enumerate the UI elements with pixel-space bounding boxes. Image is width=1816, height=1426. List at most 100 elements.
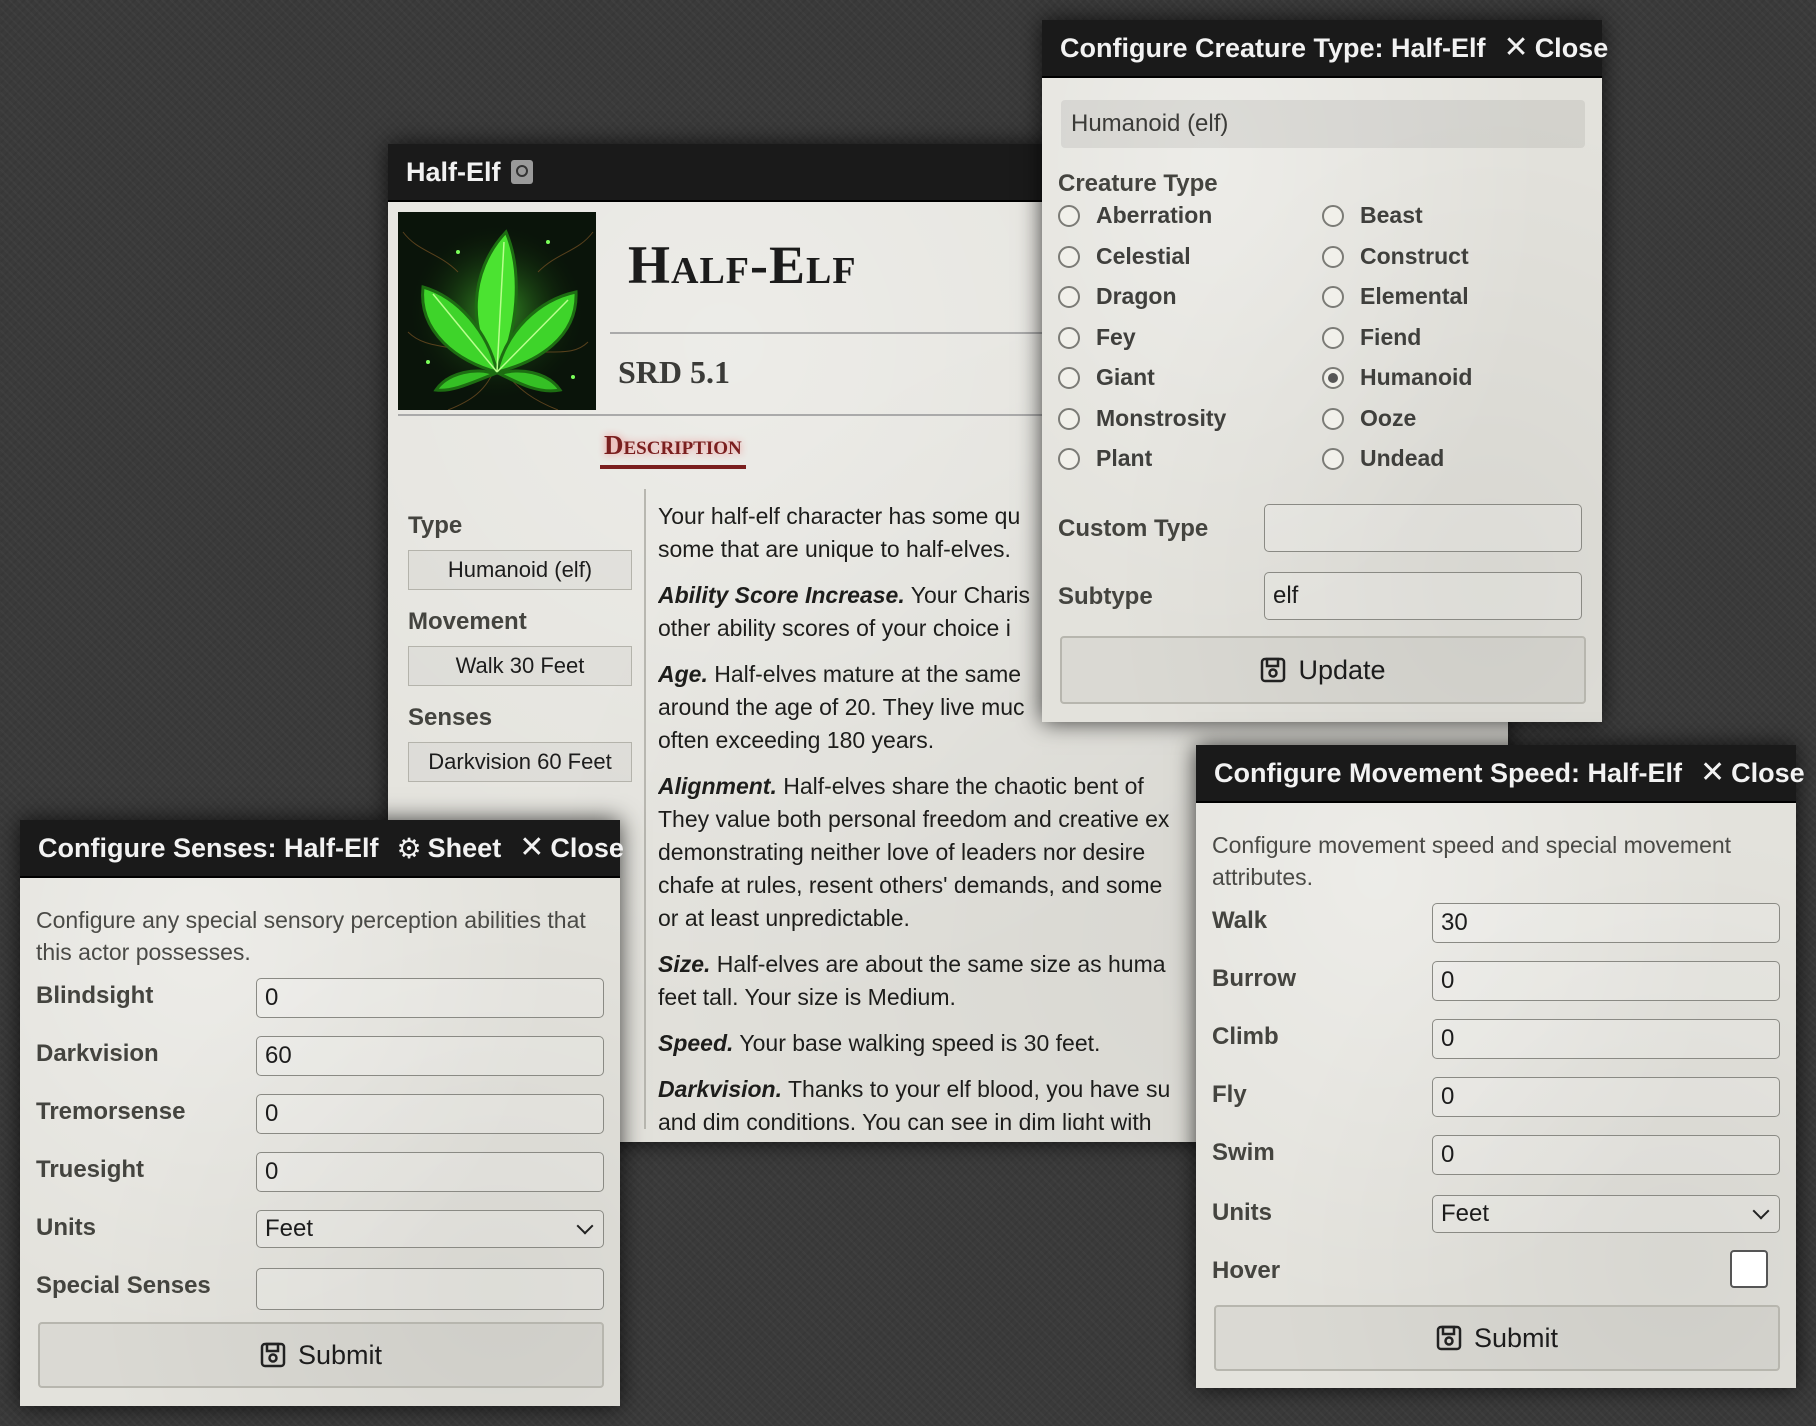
field-label-blindsight: Blindsight <box>36 982 154 1009</box>
movement-submit-button[interactable]: Submit <box>1214 1305 1780 1371</box>
item-image[interactable] <box>398 212 596 410</box>
special-senses-input[interactable] <box>256 1268 604 1310</box>
radio-ooze[interactable] <box>1322 407 1344 430</box>
senses-submit-button[interactable]: Submit <box>38 1322 604 1388</box>
field-input-swim[interactable]: 0 <box>1432 1135 1780 1175</box>
radio-monstrosity[interactable] <box>1058 407 1080 430</box>
field-input-blindsight[interactable]: 0 <box>256 978 604 1018</box>
radio-dragon[interactable] <box>1058 286 1080 308</box>
save-icon <box>260 1342 286 1368</box>
radio-elemental[interactable] <box>1322 286 1344 308</box>
radio-label-aberration[interactable]: Aberration <box>1096 202 1212 229</box>
creature-type-dialog: Configure Creature Type: Half-Elf ✕ Clos… <box>1042 20 1608 722</box>
gear-icon: ⚙ <box>396 832 422 864</box>
subtype-label: Subtype <box>1058 583 1153 610</box>
radio-aberration[interactable] <box>1058 205 1080 227</box>
radio-label-monstrosity[interactable]: Monstrosity <box>1096 405 1226 432</box>
tab-description[interactable]: Description <box>600 430 746 469</box>
description-line-heading: Ability Score Increase. <box>658 582 905 608</box>
radio-label-plant[interactable]: Plant <box>1096 445 1152 472</box>
senses-titlebar[interactable]: Configure Senses: Half-Elf ⚙ Sheet ✕ Clo… <box>20 820 624 878</box>
description-line: and dim conditions. You can see in dim l… <box>658 1106 1152 1130</box>
radio-humanoid[interactable] <box>1322 367 1344 389</box>
close-label: Close <box>1534 32 1609 63</box>
field-input-walk[interactable]: 30 <box>1432 903 1780 943</box>
movement-titlebar[interactable]: Configure Movement Speed: Half-Elf ✕ Clo… <box>1196 745 1805 803</box>
radio-beast[interactable] <box>1322 205 1344 227</box>
description-line: Speed. Your base walking speed is 30 fee… <box>658 1027 1100 1060</box>
movement-hint: Configure movement speed and special mov… <box>1212 832 1732 890</box>
radio-label-elemental[interactable]: Elemental <box>1360 283 1469 310</box>
description-line-heading: Speed. <box>658 1030 734 1056</box>
radio-label-celestial[interactable]: Celestial <box>1096 243 1191 270</box>
custom-type-input[interactable] <box>1264 504 1582 552</box>
close-label: Close <box>1731 757 1805 788</box>
hover-label: Hover <box>1212 1257 1281 1284</box>
sheet-button[interactable]: ⚙ Sheet <box>397 832 502 865</box>
sidebar-divider <box>644 489 646 1129</box>
radio-plant[interactable] <box>1058 448 1080 470</box>
creature-type-close-button[interactable]: ✕ Close <box>1504 33 1609 64</box>
field-input-tremorsense[interactable]: 0 <box>256 1094 604 1134</box>
radio-label-undead[interactable]: Undead <box>1360 445 1444 472</box>
field-input-climb[interactable]: 0 <box>1432 1019 1780 1059</box>
description-line: often exceeding 180 years. <box>658 724 934 757</box>
update-button[interactable]: Update <box>1060 636 1586 704</box>
radio-label-construct[interactable]: Construct <box>1360 243 1469 270</box>
description-line-text: Your Charis <box>904 582 1031 608</box>
senses-close-button[interactable]: ✕ Close <box>519 833 624 864</box>
radio-fey[interactable] <box>1058 326 1080 349</box>
description-line: some that are unique to half-elves. <box>658 533 1011 566</box>
close-icon: ✕ <box>1700 756 1726 789</box>
sheet-label: Sheet <box>427 832 502 863</box>
radio-undead[interactable] <box>1322 448 1344 470</box>
description-line-text: or at least unpredictable. <box>658 905 910 931</box>
field-input-fly[interactable]: 0 <box>1432 1077 1780 1117</box>
units-select[interactable]: Feet <box>256 1210 604 1248</box>
description-line: Ability Score Increase. Your Charis <box>658 579 1030 612</box>
item-name[interactable]: Half-Elf <box>628 234 857 296</box>
type-pill[interactable]: Humanoid (elf) <box>408 550 632 590</box>
radio-giant[interactable] <box>1058 367 1080 389</box>
movement-close-button[interactable]: ✕ Close <box>1700 758 1805 789</box>
senses-title: Configure Senses: Half-Elf <box>38 832 379 863</box>
creature-type-titlebar[interactable]: Configure Creature Type: Half-Elf ✕ Clos… <box>1042 20 1608 78</box>
field-input-darkvision[interactable]: 60 <box>256 1036 604 1076</box>
senses-hint: Configure any special sensory perception… <box>36 907 586 965</box>
movement-pill[interactable]: Walk 30 Feet <box>408 646 632 686</box>
item-source[interactable]: SRD 5.1 <box>618 354 730 391</box>
description-line: Age. Half-elves mature at the same <box>658 658 1021 691</box>
radio-label-beast[interactable]: Beast <box>1360 202 1423 229</box>
units-select[interactable]: Feet <box>1432 1195 1780 1233</box>
description-line-text: Half-elves are about the same size as hu… <box>710 951 1166 977</box>
radio-label-dragon[interactable]: Dragon <box>1096 283 1177 310</box>
compendium-icon[interactable] <box>510 160 533 184</box>
subtype-input[interactable]: elf <box>1264 572 1582 620</box>
field-label-climb: Climb <box>1212 1023 1279 1050</box>
field-label-truesight: Truesight <box>36 1156 145 1183</box>
radio-label-fey[interactable]: Fey <box>1096 324 1136 351</box>
radio-celestial[interactable] <box>1058 245 1080 268</box>
field-label-darkvision: Darkvision <box>36 1040 159 1067</box>
movement-title: Configure Movement Speed: Half-Elf <box>1214 757 1683 788</box>
hover-checkbox[interactable] <box>1730 1250 1768 1288</box>
description-line-text: often exceeding 180 years. <box>658 727 935 753</box>
radio-label-humanoid[interactable]: Humanoid <box>1360 364 1472 391</box>
special-senses-label: Special Senses <box>36 1272 211 1299</box>
field-input-burrow[interactable]: 0 <box>1432 961 1780 1001</box>
radio-construct[interactable] <box>1322 245 1344 268</box>
description-line-heading: Age. <box>658 661 708 687</box>
radio-label-giant[interactable]: Giant <box>1096 364 1155 391</box>
field-input-truesight[interactable]: 0 <box>256 1152 604 1192</box>
radio-fiend[interactable] <box>1322 326 1344 349</box>
description-line: other ability scores of your choice i <box>658 612 1011 645</box>
type-label: Type <box>408 512 463 539</box>
description-line-text: demonstrating neither love of leaders no… <box>658 839 1146 865</box>
description-line: or at least unpredictable. <box>658 902 910 935</box>
description-line-text: chafe at rules, resent others' demands, … <box>658 872 1163 898</box>
custom-type-label: Custom Type <box>1058 515 1209 542</box>
update-label: Update <box>1298 654 1386 685</box>
senses-pill[interactable]: Darkvision 60 Feet <box>408 742 632 782</box>
radio-label-fiend[interactable]: Fiend <box>1360 324 1421 351</box>
radio-label-ooze[interactable]: Ooze <box>1360 405 1416 432</box>
